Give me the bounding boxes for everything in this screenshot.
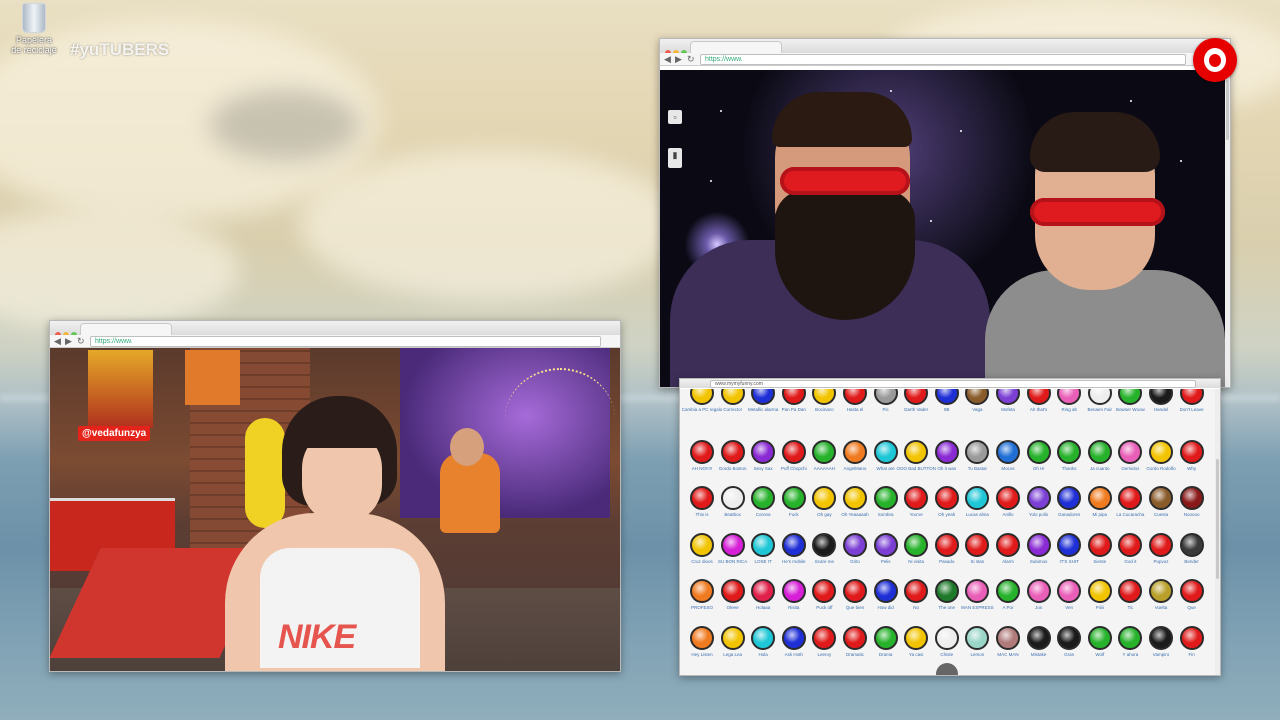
- sound-button[interactable]: Que: [1169, 579, 1215, 615]
- sound-button-label: Que: [1187, 605, 1196, 610]
- sound-button[interactable]: Nooooo: [1169, 486, 1215, 522]
- address-bar[interactable]: https://www.: [90, 336, 601, 347]
- soundboard-page: Cambia a PC regalo Correcto! Metallic alar…: [680, 389, 1220, 675]
- scrollbar[interactable]: [1225, 70, 1230, 387]
- vodafone-logo-icon: [1193, 38, 1237, 82]
- browser-window-studio[interactable]: ◀ ▶ ↻ https://www. @vedafunzya NIKE: [49, 320, 621, 672]
- address-bar[interactable]: https://www.: [700, 54, 1186, 65]
- string-lights: [505, 368, 615, 470]
- browser-window-soundboard[interactable]: www.mymyfunny.com Cambia a PC regalo Corr…: [679, 378, 1221, 676]
- cloud-dark: [210, 90, 360, 160]
- address-bar[interactable]: www.mymyfunny.com: [710, 380, 1196, 388]
- browser-window-space[interactable]: ◀ ▶ ↻ https://www. ▫ ▮: [659, 38, 1231, 388]
- scrollbar[interactable]: [1215, 389, 1220, 675]
- star: [930, 220, 932, 222]
- brand-watermark: #yuTUBERS: [70, 40, 170, 59]
- banana-costume: [245, 418, 285, 528]
- space-backdrop: ▫ ▮: [660, 70, 1230, 387]
- bookmark-icon[interactable]: ▮: [668, 148, 682, 168]
- sound-button-knob[interactable]: [1179, 439, 1204, 464]
- sound-button[interactable]: Bender: [1169, 532, 1215, 569]
- cloud: [0, 210, 240, 330]
- sound-button-knob[interactable]: [1179, 486, 1204, 510]
- sound-button-label: Don't Leave: [1179, 407, 1204, 412]
- seated-person-head: [450, 428, 484, 466]
- title-bar[interactable]: www.mymyfunny.com: [680, 379, 1220, 388]
- sound-button-label: Nooooo: [1183, 512, 1200, 517]
- cloud: [300, 150, 680, 300]
- scroll-handle[interactable]: [936, 663, 958, 675]
- star: [960, 130, 962, 132]
- soundboard: Cambia a PC regalo Correcto! Metallic alar…: [680, 389, 1220, 675]
- poster: [185, 350, 240, 405]
- person2-hair: [1030, 112, 1160, 172]
- desktop-trash[interactable]: Papelera de reciclaje: [10, 3, 58, 55]
- red-goggles: [1030, 198, 1165, 226]
- video-space: ▫ ▮: [660, 70, 1230, 387]
- trash-label: Papelera de reciclaje: [11, 35, 57, 55]
- star: [1130, 100, 1132, 102]
- sound-button-knob[interactable]: [1179, 579, 1204, 603]
- star: [1180, 160, 1182, 162]
- back-icon[interactable]: ◀: [664, 53, 671, 65]
- back-icon[interactable]: ◀: [54, 335, 61, 347]
- sound-button-knob[interactable]: [1179, 389, 1204, 405]
- forward-icon[interactable]: ▶: [65, 335, 72, 347]
- person-hair: [772, 92, 912, 147]
- title-bar[interactable]: [660, 39, 1230, 56]
- forward-icon[interactable]: ▶: [675, 53, 682, 65]
- sound-button[interactable]: Fin: [1169, 625, 1215, 662]
- shirt-text: NIKE: [278, 618, 356, 656]
- trash-icon: [22, 3, 46, 33]
- title-bar[interactable]: [50, 321, 620, 338]
- star: [720, 110, 722, 112]
- nav-bar: ◀ ▶ ↻ https://www.: [660, 53, 1230, 66]
- sound-button[interactable]: Why: [1169, 439, 1215, 476]
- sound-button[interactable]: Don't Leave: [1169, 389, 1215, 417]
- nav-bar: ◀ ▶ ↻ https://www.: [50, 335, 620, 348]
- sound-button-label: Fin: [1188, 651, 1195, 657]
- sound-button-knob[interactable]: [1179, 532, 1204, 557]
- video-studio: @vedafunzya NIKE: [50, 348, 620, 671]
- pin-icon[interactable]: ▫: [668, 110, 682, 124]
- reload-icon[interactable]: ↻: [77, 335, 85, 347]
- star: [890, 90, 892, 92]
- star: [710, 180, 712, 182]
- reload-icon[interactable]: ↻: [687, 53, 695, 65]
- hashtag-sign: @vedafunzya: [78, 426, 151, 441]
- poster: [88, 350, 153, 428]
- studio-backdrop: @vedafunzya NIKE: [50, 348, 620, 671]
- red-goggles: [780, 167, 910, 195]
- sound-button-label: Bender: [1184, 558, 1199, 564]
- sound-button-knob[interactable]: [1179, 625, 1204, 650]
- sound-button-label: Why: [1187, 465, 1197, 471]
